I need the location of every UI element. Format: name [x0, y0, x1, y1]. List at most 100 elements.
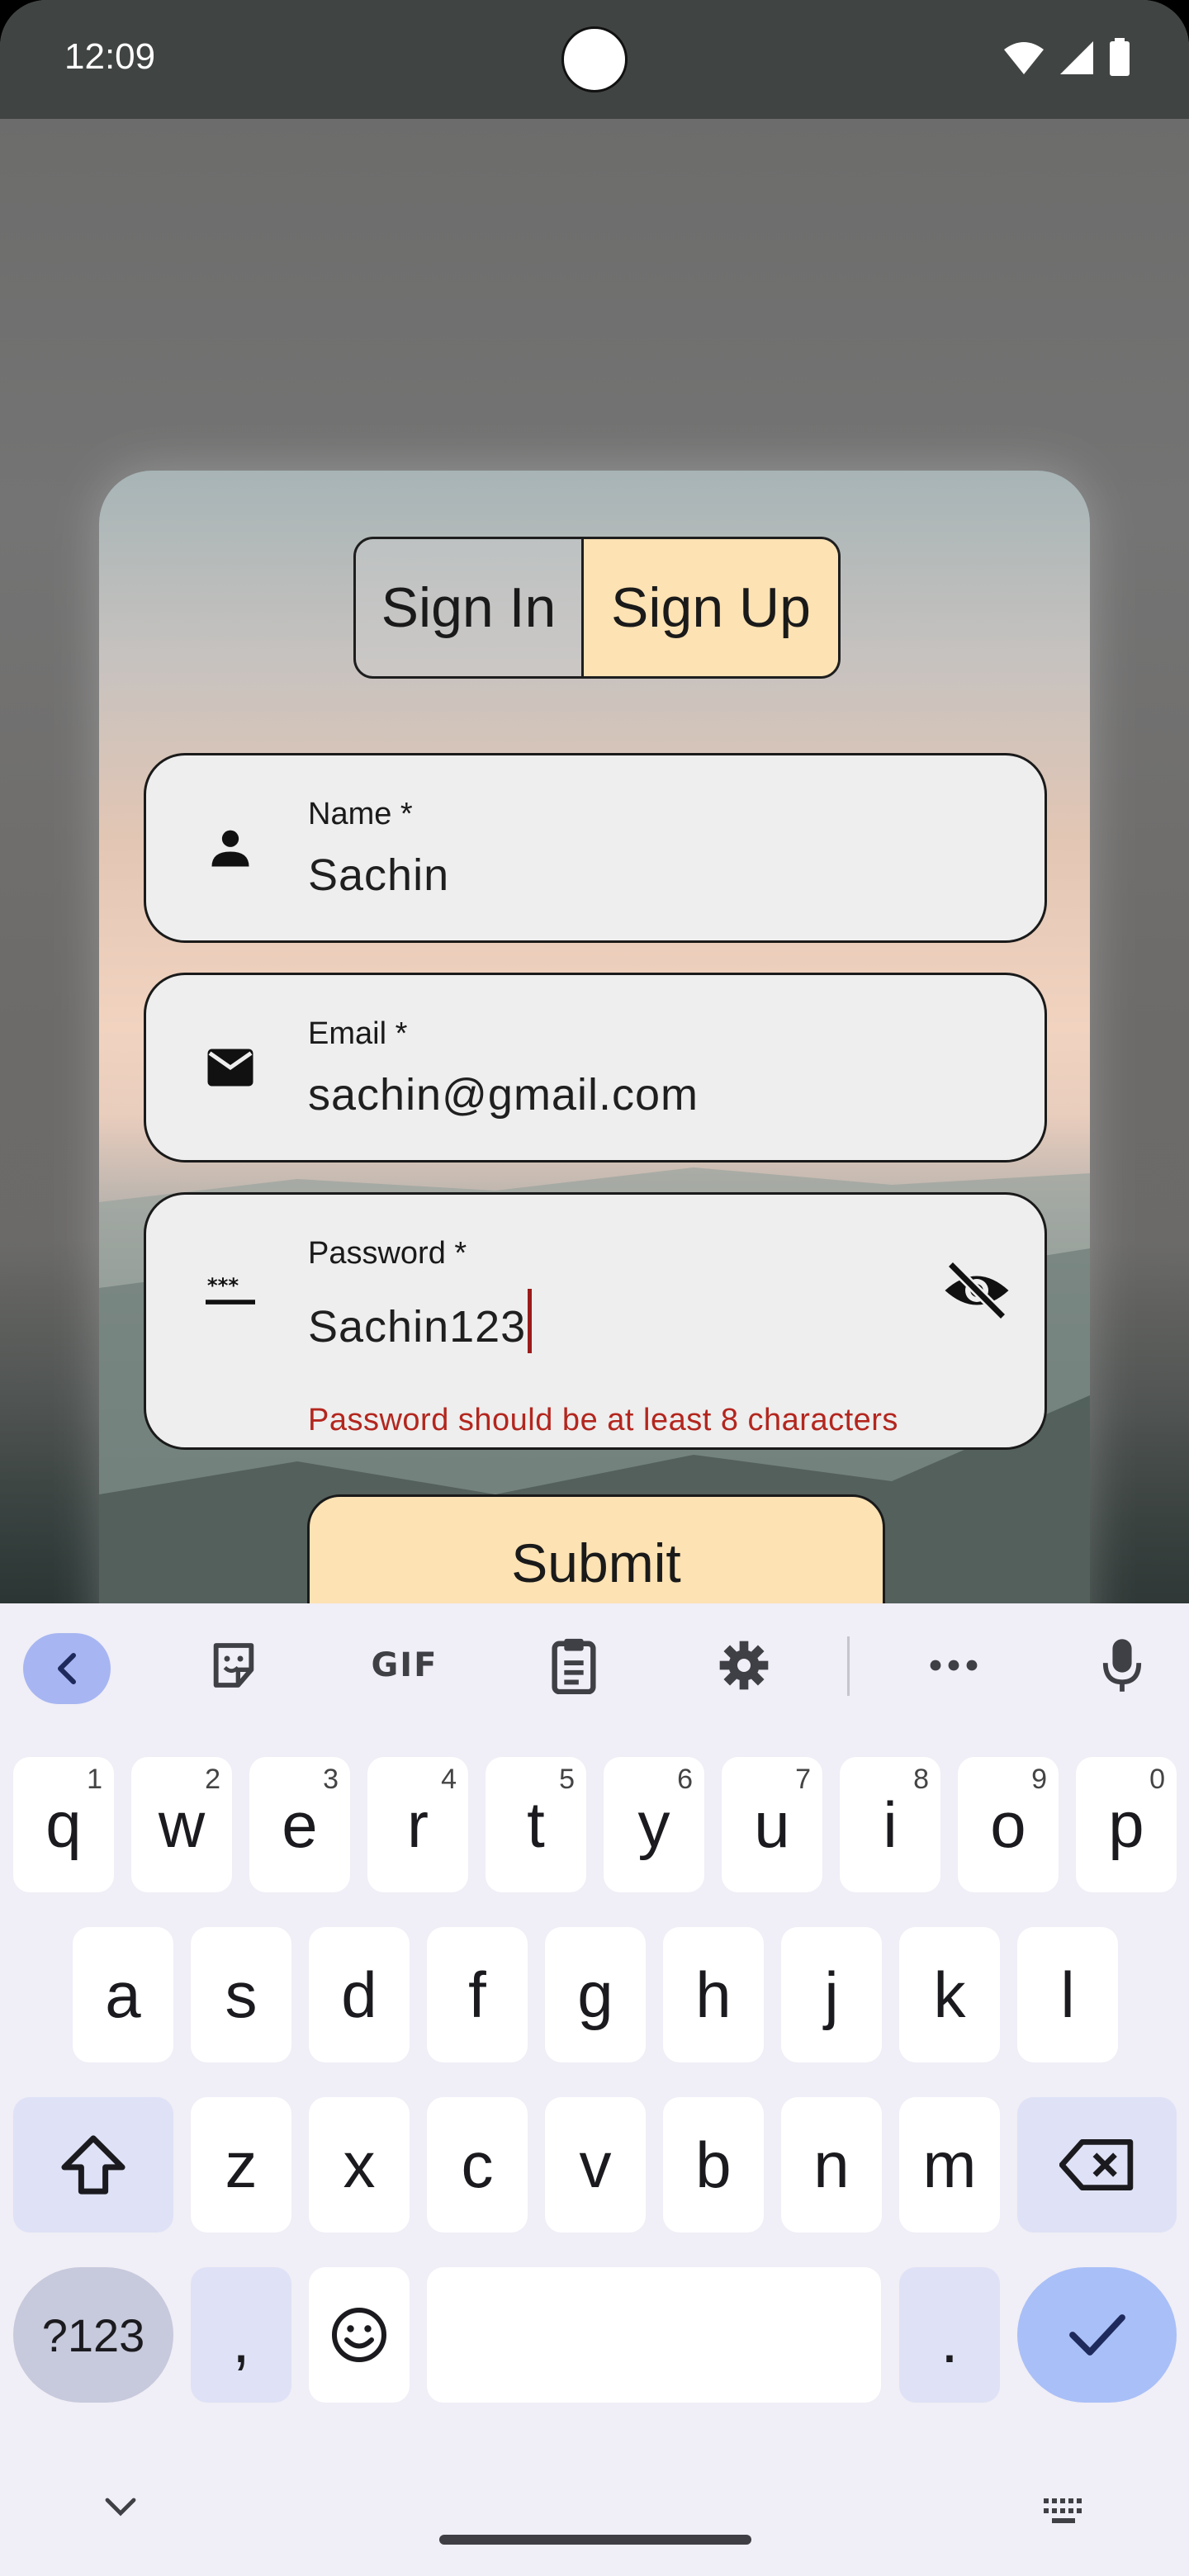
settings-icon[interactable] — [715, 1638, 773, 1693]
sticker-icon[interactable] — [205, 1638, 263, 1693]
key-n[interactable]: n — [781, 2097, 882, 2233]
key-label: u — [754, 1788, 790, 1861]
key-e[interactable]: e3 — [249, 1757, 350, 1892]
key-hint: 1 — [87, 1764, 102, 1795]
key-hint: 0 — [1149, 1764, 1165, 1795]
camera-cutout — [561, 26, 628, 92]
status-time: 12:09 — [64, 36, 156, 77]
key-label: q — [45, 1788, 82, 1861]
home-indicator[interactable] — [439, 2535, 751, 2545]
space-key[interactable] — [427, 2267, 881, 2403]
key-q[interactable]: q1 — [13, 1757, 114, 1892]
key-w[interactable]: w2 — [131, 1757, 232, 1892]
shift-icon — [61, 2135, 126, 2195]
password-field[interactable]: *** Password * Sachin123 Password should… — [144, 1192, 1047, 1450]
email-field[interactable]: Email * sachin@gmail.com — [144, 973, 1047, 1163]
key-x[interactable]: x — [309, 2097, 410, 2233]
key-g[interactable]: g — [545, 1927, 646, 2062]
backspace-icon — [1059, 2139, 1133, 2190]
person-icon — [206, 823, 255, 873]
key-label: p — [1108, 1788, 1144, 1861]
shift-key[interactable] — [13, 2097, 173, 2233]
keyboard-toolbar: GIF — [0, 1603, 1189, 1727]
comma-key[interactable]: , — [191, 2267, 291, 2403]
clipboard-icon[interactable] — [545, 1638, 603, 1694]
enter-key[interactable] — [1017, 2267, 1177, 2403]
back-icon[interactable] — [23, 1633, 111, 1704]
key-hint: 2 — [205, 1764, 220, 1795]
key-u[interactable]: u7 — [722, 1757, 822, 1892]
key-y[interactable]: y6 — [604, 1757, 704, 1892]
auth-mode-toggle: Sign In Sign Up — [353, 537, 841, 679]
backspace-key[interactable] — [1017, 2097, 1177, 2233]
key-hint: 5 — [559, 1764, 575, 1795]
keyboard: GIF q1 w2 e3 r4 t5 y6 u7 i8 o9 p0 a s d … — [0, 1603, 1189, 2576]
mic-icon[interactable] — [1093, 1638, 1151, 1693]
name-value: Sachin — [308, 850, 450, 900]
key-hint: 7 — [795, 1764, 811, 1795]
key-label: y — [637, 1788, 670, 1861]
password-error: Password should be at least 8 characters — [308, 1403, 898, 1437]
mail-icon — [206, 1043, 255, 1092]
key-label: e — [282, 1788, 318, 1861]
key-label: i — [883, 1788, 898, 1861]
period-key[interactable]: . — [899, 2267, 1000, 2403]
key-l[interactable]: l — [1017, 1927, 1118, 2062]
key-r[interactable]: r4 — [367, 1757, 468, 1892]
password-text: Sachin123 — [308, 1302, 527, 1352]
screen: 12:09 Sign In Sign Up Name * Sachin Emai… — [0, 0, 1189, 2576]
tab-sign-in[interactable]: Sign In — [356, 539, 584, 676]
symbols-key[interactable]: ?123 — [13, 2267, 173, 2403]
key-j[interactable]: j — [781, 1927, 882, 2062]
key-p[interactable]: p0 — [1076, 1757, 1177, 1892]
text-cursor — [528, 1289, 533, 1353]
gif-button[interactable]: GIF — [363, 1638, 446, 1693]
hide-keyboard-icon[interactable] — [102, 2495, 139, 2522]
password-label: Password * — [308, 1236, 467, 1271]
key-label: r — [407, 1788, 429, 1861]
key-k[interactable]: k — [899, 1927, 1000, 2062]
wifi-icon — [1004, 42, 1044, 74]
key-s[interactable]: s — [191, 1927, 291, 2062]
gif-label: GIF — [371, 1646, 438, 1684]
key-label: w — [158, 1788, 206, 1861]
keyboard-switch-icon[interactable] — [1042, 2497, 1088, 2531]
battery-icon — [1110, 38, 1130, 76]
name-field[interactable]: Name * Sachin — [144, 753, 1047, 943]
key-h[interactable]: h — [663, 1927, 764, 2062]
visibility-off-icon[interactable] — [942, 1256, 1011, 1325]
emoji-key[interactable] — [309, 2267, 410, 2403]
key-v[interactable]: v — [545, 2097, 646, 2233]
key-label: t — [527, 1788, 545, 1861]
key-hint: 3 — [323, 1764, 339, 1795]
key-hint: 4 — [441, 1764, 457, 1795]
key-hint: 8 — [913, 1764, 929, 1795]
key-m[interactable]: m — [899, 2097, 1000, 2233]
key-i[interactable]: i8 — [840, 1757, 940, 1892]
key-o[interactable]: o9 — [958, 1757, 1059, 1892]
background-shadow-right — [1090, 1238, 1189, 1651]
status-bar: 12:09 — [0, 0, 1189, 119]
key-c[interactable]: c — [427, 2097, 528, 2233]
check-icon — [1068, 2314, 1125, 2356]
email-label: Email * — [308, 1016, 408, 1051]
key-a[interactable]: a — [73, 1927, 173, 2062]
password-icon: *** — [206, 1266, 255, 1315]
tab-sign-up[interactable]: Sign Up — [584, 539, 838, 676]
email-value: sachin@gmail.com — [308, 1070, 699, 1120]
key-b[interactable]: b — [663, 2097, 764, 2233]
key-t[interactable]: t5 — [486, 1757, 586, 1892]
svg-text:***: *** — [207, 1273, 239, 1297]
password-value: Sachin123 — [308, 1289, 533, 1353]
name-label: Name * — [308, 797, 413, 831]
key-f[interactable]: f — [427, 1927, 528, 2062]
emoji-icon — [332, 2308, 386, 2362]
auth-card: Sign In Sign Up Name * Sachin Email * sa… — [99, 471, 1090, 1709]
key-hint: 9 — [1031, 1764, 1047, 1795]
key-hint: 6 — [677, 1764, 693, 1795]
key-label: o — [990, 1788, 1026, 1861]
key-d[interactable]: d — [309, 1927, 410, 2062]
key-z[interactable]: z — [191, 2097, 291, 2233]
status-icons — [1002, 38, 1131, 78]
more-icon[interactable] — [925, 1638, 983, 1693]
